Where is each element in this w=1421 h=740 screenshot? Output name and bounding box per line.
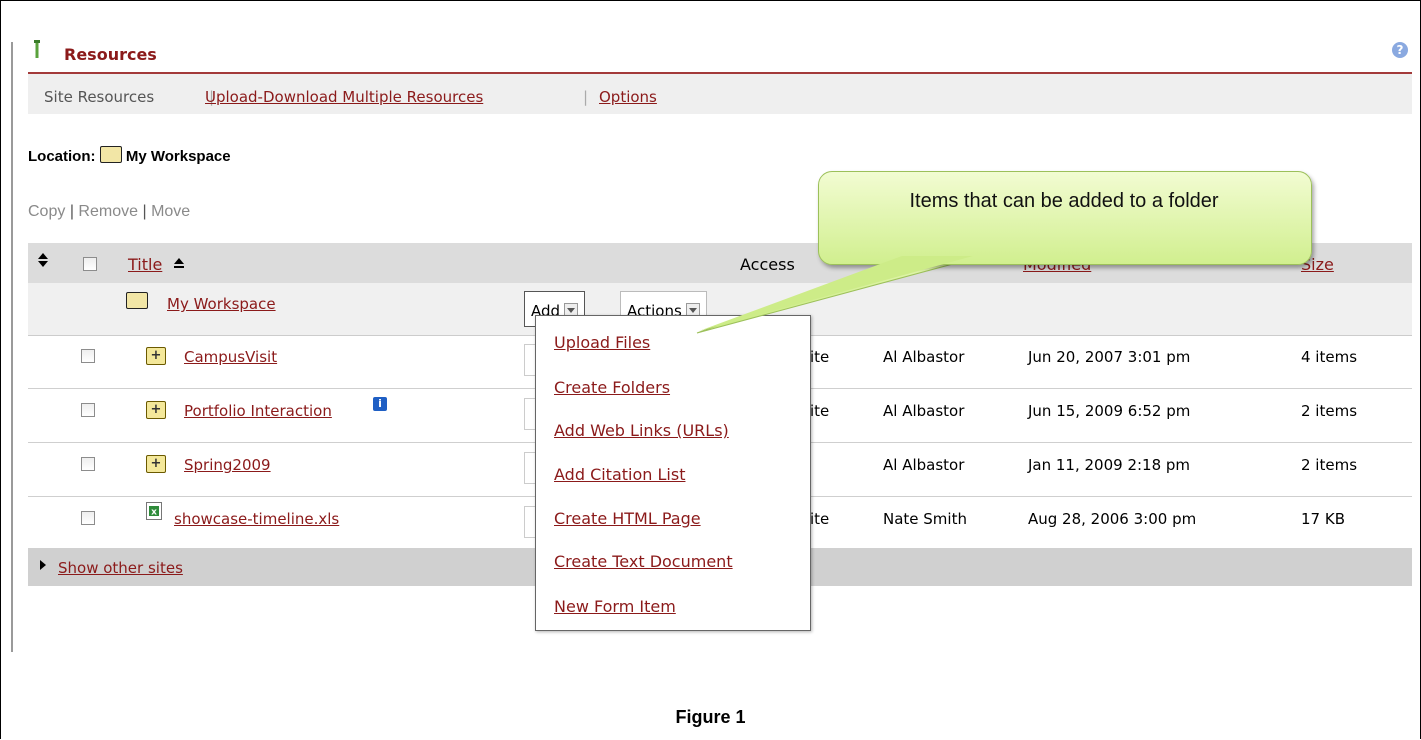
- callout-pointer-cover: [699, 256, 973, 331]
- callout-text: Items that can be added to a folder: [909, 190, 1219, 212]
- figure-caption: Figure 1: [675, 707, 746, 727]
